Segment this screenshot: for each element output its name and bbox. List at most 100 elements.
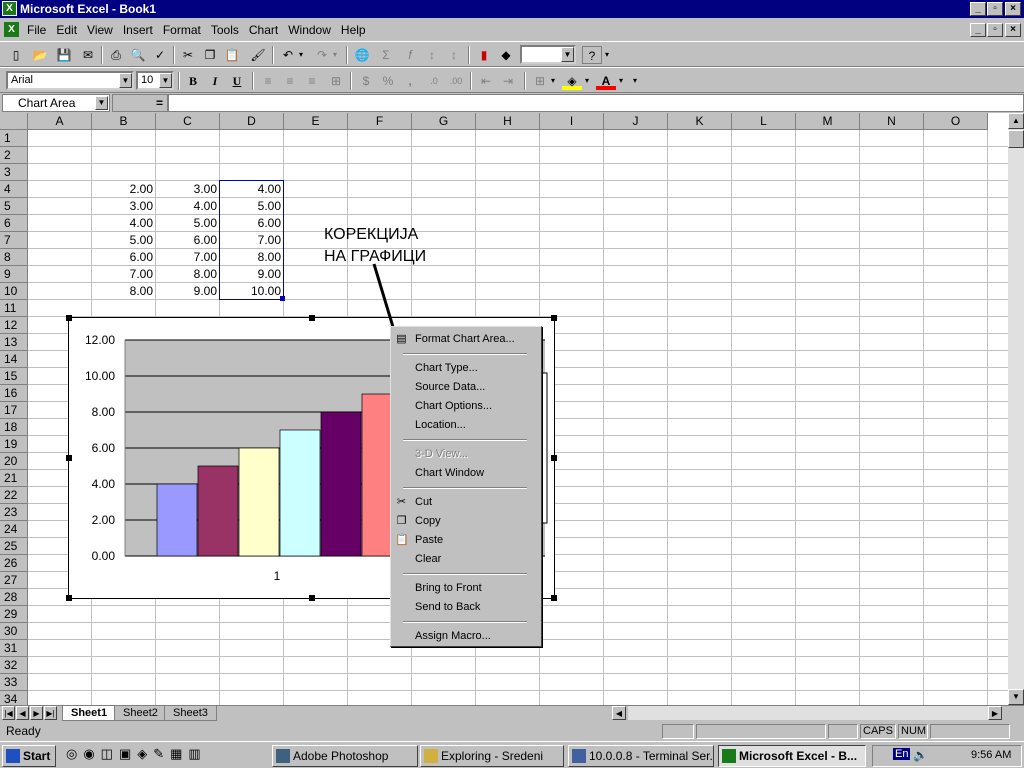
font-select[interactable]: Arial ▼ <box>6 71 134 90</box>
table-cell[interactable]: 9.00 <box>156 283 220 300</box>
column-header[interactable]: O <box>924 113 988 130</box>
workbook-restore-button[interactable]: ▫ <box>987 23 1003 37</box>
row-header[interactable]: 32 <box>0 657 28 674</box>
format-painter-icon[interactable]: 🖌 <box>248 46 268 64</box>
minimize-button[interactable]: _ <box>970 2 986 16</box>
table-cell[interactable]: 6.00 <box>156 232 220 249</box>
column-header[interactable]: N <box>860 113 924 130</box>
table-cell[interactable]: 8.00 <box>156 266 220 283</box>
table-cell[interactable]: 3.00 <box>156 181 220 198</box>
zoom-select[interactable]: ▼ <box>520 45 576 64</box>
bold-button[interactable]: B <box>183 72 203 90</box>
table-cell[interactable]: 4.00 <box>156 198 220 215</box>
y-tick-label[interactable]: 4.00 <box>92 477 116 491</box>
menu-item-copy[interactable]: ❐ Copy <box>391 512 541 531</box>
menu-format[interactable]: Format <box>158 23 206 37</box>
row-header[interactable]: 11 <box>0 300 28 317</box>
row-header[interactable]: 22 <box>0 487 28 504</box>
font-color-dropdown-icon[interactable]: ▾ <box>616 72 626 90</box>
redo-dropdown-icon[interactable]: ▾ <box>330 46 340 64</box>
row-header[interactable]: 7 <box>0 232 28 249</box>
fill-color-icon[interactable]: ◈ <box>562 72 582 90</box>
y-tick-label[interactable]: 8.00 <box>92 405 116 419</box>
row-header[interactable]: 2 <box>0 147 28 164</box>
align-left-icon[interactable]: ≡ <box>258 72 278 90</box>
font-color-icon[interactable]: A <box>596 72 616 90</box>
column-header[interactable]: F <box>348 113 412 130</box>
row-header[interactable]: 12 <box>0 317 28 334</box>
row-header[interactable]: 29 <box>0 606 28 623</box>
column-header[interactable]: G <box>412 113 476 130</box>
row-header[interactable]: 10 <box>0 283 28 300</box>
toolbar-options-icon[interactable]: ▾ <box>602 46 612 64</box>
y-tick-label[interactable]: 10.00 <box>85 369 115 383</box>
table-cell[interactable]: 7.00 <box>92 266 156 283</box>
function-icon[interactable]: f <box>400 46 420 64</box>
row-header[interactable]: 33 <box>0 674 28 691</box>
y-tick-label[interactable]: 6.00 <box>92 441 116 455</box>
row-header[interactable]: 34 <box>0 691 28 705</box>
redo-icon[interactable]: ↷ <box>312 46 332 64</box>
bar[interactable] <box>279 429 321 557</box>
decrease-decimal-icon[interactable]: .00 <box>446 72 466 90</box>
undo-dropdown-icon[interactable]: ▾ <box>296 46 306 64</box>
taskbar-exploring[interactable]: Exploring - Sredeni <box>420 745 564 767</box>
column-header[interactable]: H <box>476 113 540 130</box>
scroll-up-icon[interactable]: ▲ <box>1008 113 1024 129</box>
borders-dropdown-icon[interactable]: ▾ <box>548 72 558 90</box>
currency-button[interactable]: $ <box>356 72 376 90</box>
last-sheet-icon[interactable]: ▶| <box>44 706 57 720</box>
menu-item-cut[interactable]: ✂ Cut <box>391 493 541 512</box>
row-header[interactable]: 6 <box>0 215 28 232</box>
merge-center-icon[interactable]: ⊞ <box>326 72 346 90</box>
row-header[interactable]: 23 <box>0 504 28 521</box>
chart-wizard-icon[interactable]: ▮ <box>474 46 494 64</box>
resize-handle[interactable] <box>551 455 557 461</box>
scroll-left-icon[interactable]: ◀ <box>612 706 626 720</box>
row-header[interactable]: 17 <box>0 402 28 419</box>
row-header[interactable]: 9 <box>0 266 28 283</box>
menu-item-paste[interactable]: 📋 Paste <box>391 531 541 550</box>
row-header[interactable]: 30 <box>0 623 28 640</box>
taskbar-excel[interactable]: Microsoft Excel - B... <box>718 745 866 767</box>
row-header[interactable]: 21 <box>0 470 28 487</box>
y-tick-label[interactable]: 0.00 <box>92 549 116 563</box>
menu-insert[interactable]: Insert <box>118 23 158 37</box>
row-header[interactable]: 15 <box>0 368 28 385</box>
menu-chart[interactable]: Chart <box>244 23 283 37</box>
formula-input[interactable] <box>168 94 1024 112</box>
row-header[interactable]: 26 <box>0 555 28 572</box>
row-header[interactable]: 24 <box>0 521 28 538</box>
table-cell[interactable]: 2.00 <box>92 181 156 198</box>
column-header[interactable]: I <box>540 113 604 130</box>
row-header[interactable]: 5 <box>0 198 28 215</box>
percent-button[interactable]: % <box>378 72 398 90</box>
language-indicator[interactable]: En <box>893 748 911 760</box>
formula-equals[interactable]: = <box>112 94 168 112</box>
underline-button[interactable]: U <box>227 72 247 90</box>
menu-item-bring-to-front[interactable]: Bring to Front <box>391 579 541 598</box>
volume-icon[interactable]: 🔊 <box>913 748 928 762</box>
menu-window[interactable]: Window <box>283 23 336 37</box>
taskbar-photoshop[interactable]: Adobe Photoshop <box>272 745 418 767</box>
menu-file[interactable]: File <box>22 23 51 37</box>
drawing-icon[interactable]: ◆ <box>496 46 516 64</box>
row-header[interactable]: 19 <box>0 436 28 453</box>
copy-icon[interactable]: ❐ <box>200 46 220 64</box>
increase-decimal-icon[interactable]: .0 <box>424 72 444 90</box>
column-header[interactable]: M <box>796 113 860 130</box>
print-preview-icon[interactable]: 🔍 <box>128 46 148 64</box>
row-header[interactable]: 3 <box>0 164 28 181</box>
menu-item-chart-window[interactable]: Chart Window <box>391 464 541 483</box>
bar[interactable] <box>197 465 239 557</box>
fill-dropdown-icon[interactable]: ▾ <box>582 72 592 90</box>
scroll-thumb[interactable] <box>1008 130 1024 148</box>
menu-tools[interactable]: Tools <box>206 23 244 37</box>
font-size-select[interactable]: 10 ▼ <box>136 71 174 90</box>
menu-item-clear[interactable]: Clear <box>391 550 541 569</box>
autosum-icon[interactable]: Σ <box>376 46 396 64</box>
row-header[interactable]: 18 <box>0 419 28 436</box>
new-icon[interactable]: ▯ <box>6 46 26 64</box>
row-header[interactable]: 8 <box>0 249 28 266</box>
menu-item-location[interactable]: Location... <box>391 416 541 435</box>
